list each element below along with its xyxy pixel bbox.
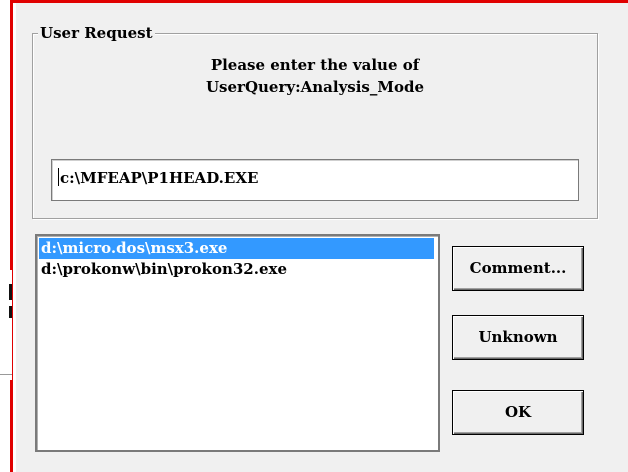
value-input-text: c:\MFEAP\P1HEAD.EXE bbox=[60, 169, 259, 187]
list-item-selected[interactable]: d:\micro.dos\msx3.exe bbox=[39, 238, 434, 259]
prompt-line-1: Please enter the value of bbox=[210, 56, 420, 74]
screen: User Request Please enter the value of U… bbox=[0, 0, 628, 472]
background-window-fragment bbox=[0, 270, 12, 380]
comment-button[interactable]: Comment... bbox=[452, 246, 584, 291]
prompt-line-2: UserQuery:Analysis_Mode bbox=[205, 78, 425, 96]
ok-button[interactable]: OK bbox=[452, 390, 584, 435]
background-glyph bbox=[9, 284, 12, 300]
list-item[interactable]: d:\prokonw\bin\prokon32.exe bbox=[37, 259, 438, 280]
group-title: User Request bbox=[38, 24, 155, 42]
background-glyph bbox=[9, 306, 12, 318]
value-input[interactable]: c:\MFEAP\P1HEAD.EXE bbox=[51, 159, 579, 201]
text-caret bbox=[58, 168, 59, 186]
background-divider bbox=[0, 374, 12, 375]
options-listbox[interactable]: d:\micro.dos\msx3.exe d:\prokonw\bin\pro… bbox=[35, 234, 440, 452]
unknown-button[interactable]: Unknown bbox=[452, 315, 584, 360]
background-window-border-left bbox=[0, 0, 13, 472]
prompt-text: Please enter the value of UserQuery:Anal… bbox=[32, 54, 598, 98]
